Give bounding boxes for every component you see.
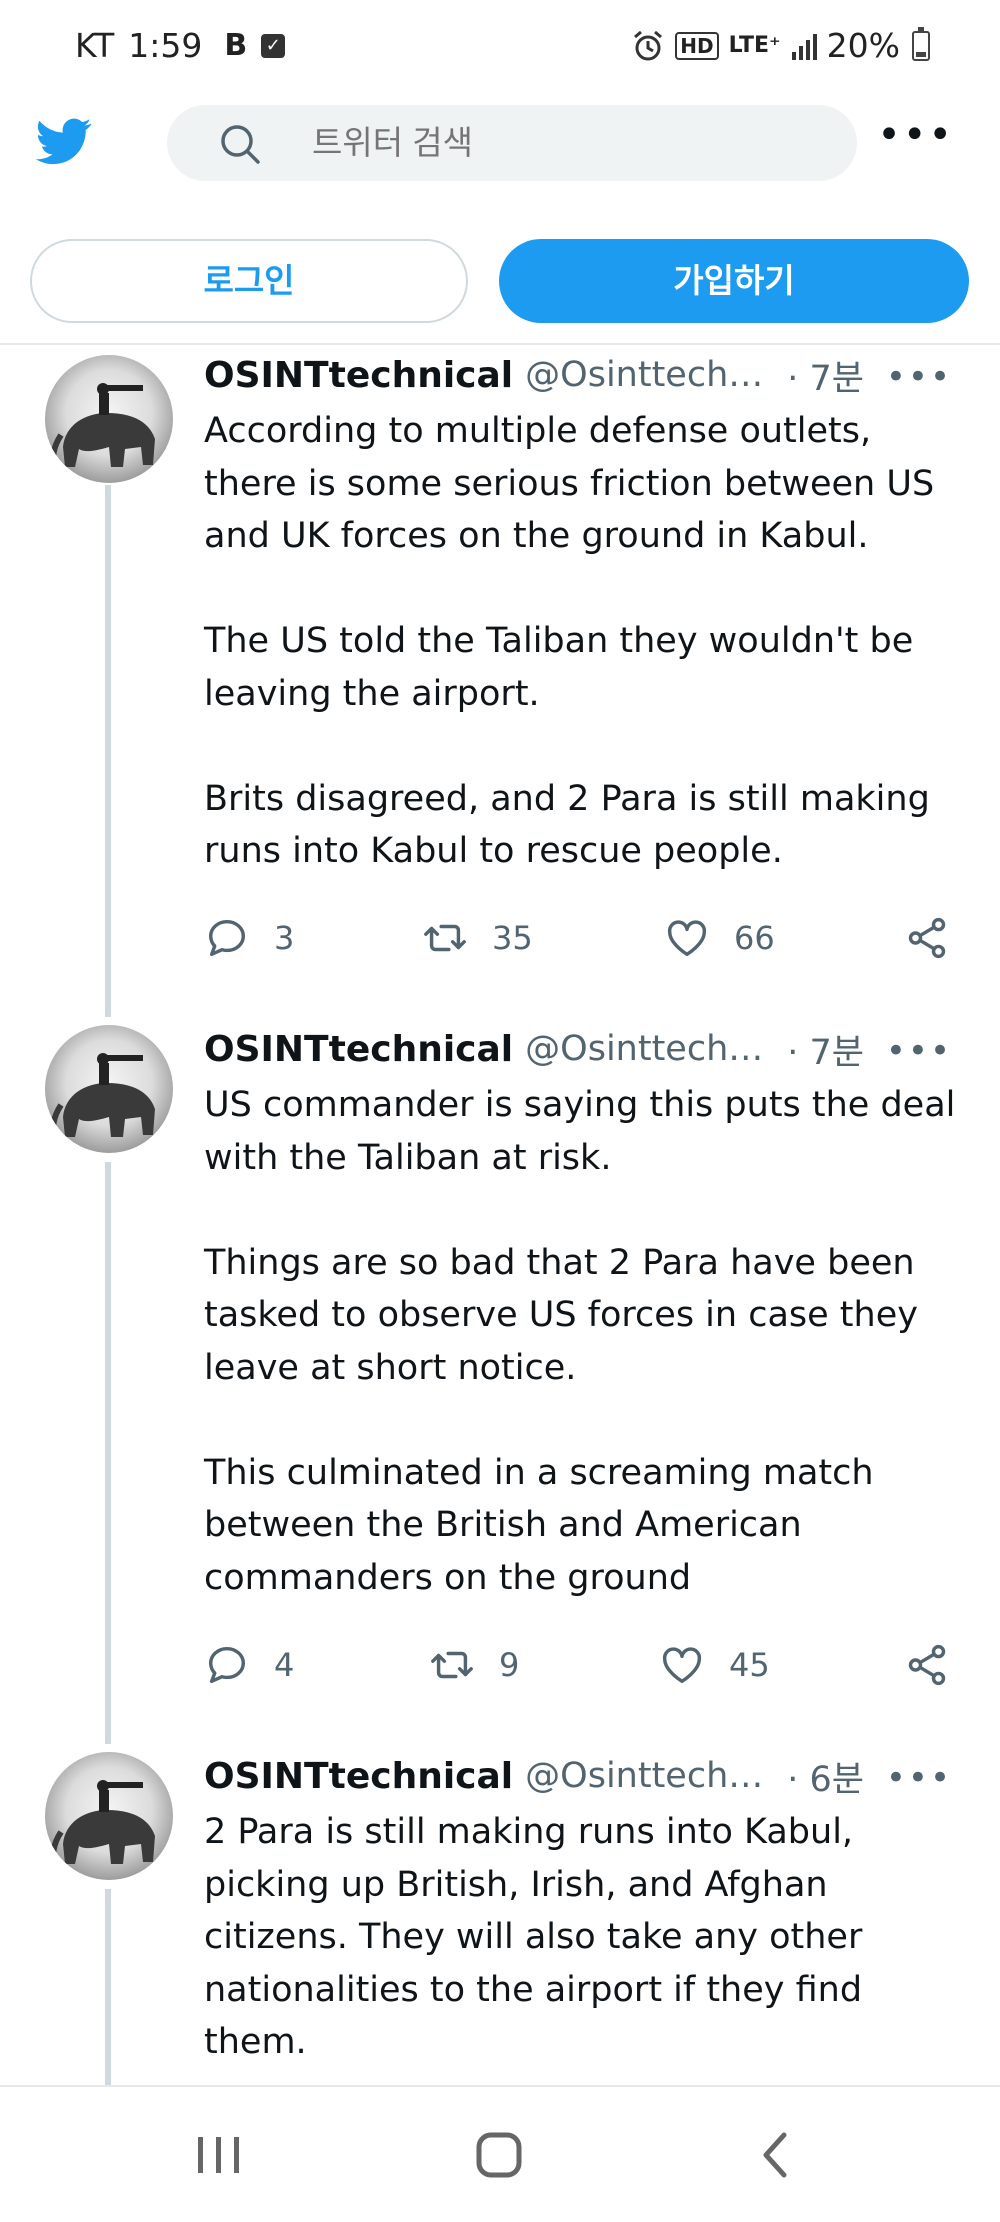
tweet-actions: 4 9 45: [204, 1635, 964, 1695]
tweet-paragraph: According to multiple defense outlets, t…: [204, 411, 935, 556]
tweet-more-icon[interactable]: •••: [886, 1761, 952, 1795]
tweet[interactable]: OSINTtechnical @Osinttechni... · 7분 ••• …: [0, 1017, 1000, 1744]
reply-count: 3: [274, 919, 295, 957]
retweet-count: 9: [499, 1646, 520, 1684]
author-name[interactable]: OSINTtechnical: [204, 1756, 513, 1797]
reply-icon: [208, 919, 246, 957]
back-icon[interactable]: [760, 2131, 790, 2179]
heart-icon: [662, 1647, 702, 1684]
like-count: 45: [729, 1646, 770, 1684]
tweet-text: 2 Para is still making runs into Kabul, …: [204, 1806, 964, 2069]
reply-button[interactable]: 4: [204, 1635, 294, 1695]
clock: 1:59: [128, 26, 203, 65]
tweet-paragraph: US commander is saying this puts the dea…: [204, 1085, 956, 1178]
hd-icon: HD: [675, 31, 719, 60]
tweet-paragraph: This culminated in a screaming match bet…: [204, 1452, 874, 1598]
carrier-label: KT: [75, 26, 115, 65]
check-square-icon: ✓: [261, 33, 286, 58]
tweet-time[interactable]: · 6분: [787, 1754, 864, 1799]
tweet-paragraph: The US told the Taliban they wouldn't be…: [204, 621, 914, 714]
elephant-image: [50, 383, 155, 474]
tweet-time[interactable]: · 7분: [787, 353, 864, 398]
status-right: HD LTE⁺ 20%: [631, 26, 930, 65]
tweet-header: OSINTtechnical @Osinttechni... · 6분: [204, 1754, 864, 1799]
author-handle[interactable]: @Osinttechni...: [525, 1756, 773, 1796]
system-nav-bar: [0, 2085, 1000, 2222]
tweet-more-icon[interactable]: •••: [886, 1034, 952, 1068]
retweet-button[interactable]: 35: [422, 908, 533, 968]
tweet-header: OSINTtechnical @Osinttechni... · 7분: [204, 1027, 864, 1072]
share-icon: [908, 1644, 946, 1686]
tweet-header: OSINTtechnical @Osinttechni... · 7분: [204, 353, 864, 398]
tweet-text: US commander is saying this puts the dea…: [204, 1079, 964, 1604]
tweet[interactable]: OSINTtechnical @Osinttechni... · 6분 ••• …: [0, 1744, 1000, 2085]
alarm-icon: [634, 30, 663, 60]
thread-line: [105, 1162, 111, 1744]
tweet-paragraph: 2 Para is still making runs into Kabul, …: [204, 1812, 863, 2062]
tweet-actions: 3 35 66: [204, 908, 964, 968]
avatar[interactable]: [45, 355, 173, 483]
retweet-icon: [431, 1651, 473, 1679]
thread-line: [105, 485, 111, 1017]
twitter-bird-icon[interactable]: [32, 113, 96, 169]
author-name[interactable]: OSINTtechnical: [204, 355, 513, 396]
status-left: KT 1:59 B ✓: [75, 26, 286, 65]
tweet-paragraph: Things are so bad that 2 Para have been …: [204, 1242, 918, 1388]
more-horizontal-icon[interactable]: •••: [877, 115, 954, 155]
retweet-icon: [424, 924, 466, 952]
login-button[interactable]: 로그인: [30, 239, 468, 323]
tweet-time[interactable]: · 7분: [787, 1027, 864, 1072]
avatar[interactable]: [45, 1752, 173, 1880]
tweet-text: According to multiple defense outlets, t…: [204, 405, 964, 878]
reply-count: 4: [274, 1646, 295, 1684]
reply-button[interactable]: 3: [204, 908, 294, 968]
heart-icon: [667, 920, 707, 957]
elephant-image: [50, 1780, 155, 1871]
elephant-image: [50, 1053, 155, 1144]
home-icon[interactable]: [475, 2131, 523, 2179]
author-name[interactable]: OSINTtechnical: [204, 1029, 513, 1070]
header: ••• 로그인 가입하기: [0, 95, 1000, 345]
like-count: 66: [734, 919, 775, 957]
signal-bars-icon: [791, 33, 817, 60]
tweet-paragraph: Brits disagreed, and 2 Para is still mak…: [204, 778, 930, 872]
network-type-label: LTE⁺: [728, 32, 781, 58]
share-icon: [908, 917, 946, 959]
search-input[interactable]: [312, 105, 812, 181]
tweet-more-icon[interactable]: •••: [886, 360, 952, 394]
battery-icon: [912, 26, 930, 61]
like-button[interactable]: 66: [664, 908, 775, 968]
retweet-count: 35: [492, 919, 533, 957]
b-notification-icon: B: [224, 28, 248, 63]
author-handle[interactable]: @Osinttechni...: [525, 355, 773, 395]
share-button[interactable]: [904, 1635, 950, 1695]
retweet-button[interactable]: 9: [429, 1635, 519, 1695]
thread-line: [105, 1889, 111, 2085]
status-bar: KT 1:59 B ✓ HD LTE⁺ 20%: [0, 0, 1000, 95]
search-icon: [221, 125, 260, 164]
search-box[interactable]: [167, 105, 857, 181]
signup-button[interactable]: 가입하기: [499, 239, 969, 323]
recent-apps-icon[interactable]: [196, 2135, 242, 2175]
like-button[interactable]: 45: [659, 1635, 770, 1695]
auth-buttons: 로그인 가입하기: [30, 239, 970, 323]
tweet[interactable]: OSINTtechnical @Osinttechni... · 7분 ••• …: [0, 345, 1000, 1017]
battery-percent: 20%: [826, 26, 900, 65]
reply-icon: [208, 1646, 246, 1684]
author-handle[interactable]: @Osinttechni...: [525, 1029, 773, 1069]
share-button[interactable]: [904, 908, 950, 968]
avatar[interactable]: [45, 1025, 173, 1153]
